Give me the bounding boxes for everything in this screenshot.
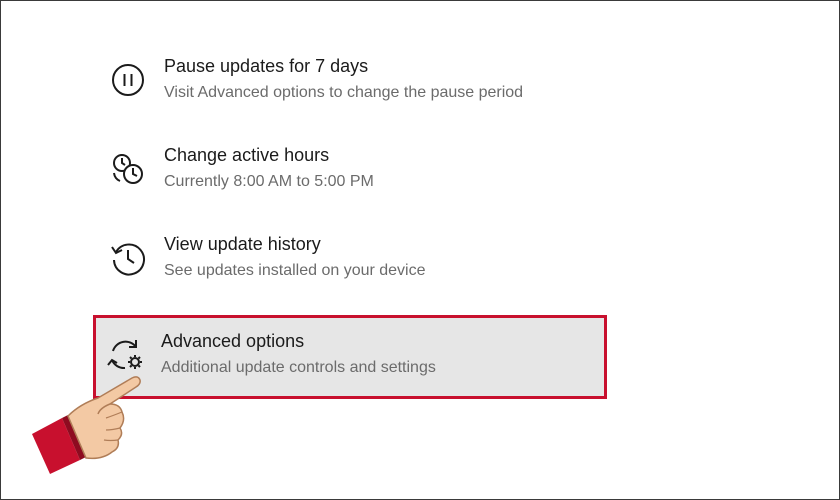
change-active-hours-title: Change active hours [164, 145, 330, 165]
change-active-hours-item[interactable]: Change active hours Currently 8:00 AM to… [96, 129, 606, 205]
view-update-history-subtitle: See updates installed on your device [164, 262, 426, 279]
history-icon [108, 238, 148, 278]
pause-updates-title: Pause updates for 7 days [164, 56, 369, 76]
pause-icon [108, 60, 148, 100]
pause-updates-item[interactable]: Pause updates for 7 days Visit Advanced … [96, 40, 606, 116]
advanced-options-subtitle: Additional update controls and settings [161, 359, 436, 376]
advanced-options-title: Advanced options [161, 331, 305, 351]
view-update-history-item[interactable]: View update history See updates installe… [96, 218, 606, 294]
change-active-hours-subtitle: Currently 8:00 AM to 5:00 PM [164, 173, 374, 190]
advanced-options-item[interactable]: Advanced options Additional update contr… [93, 315, 607, 399]
active-hours-icon [108, 149, 148, 189]
pause-updates-subtitle: Visit Advanced options to change the pau… [164, 84, 524, 101]
pointing-hand-icon [28, 368, 168, 478]
view-update-history-title: View update history [164, 234, 321, 254]
